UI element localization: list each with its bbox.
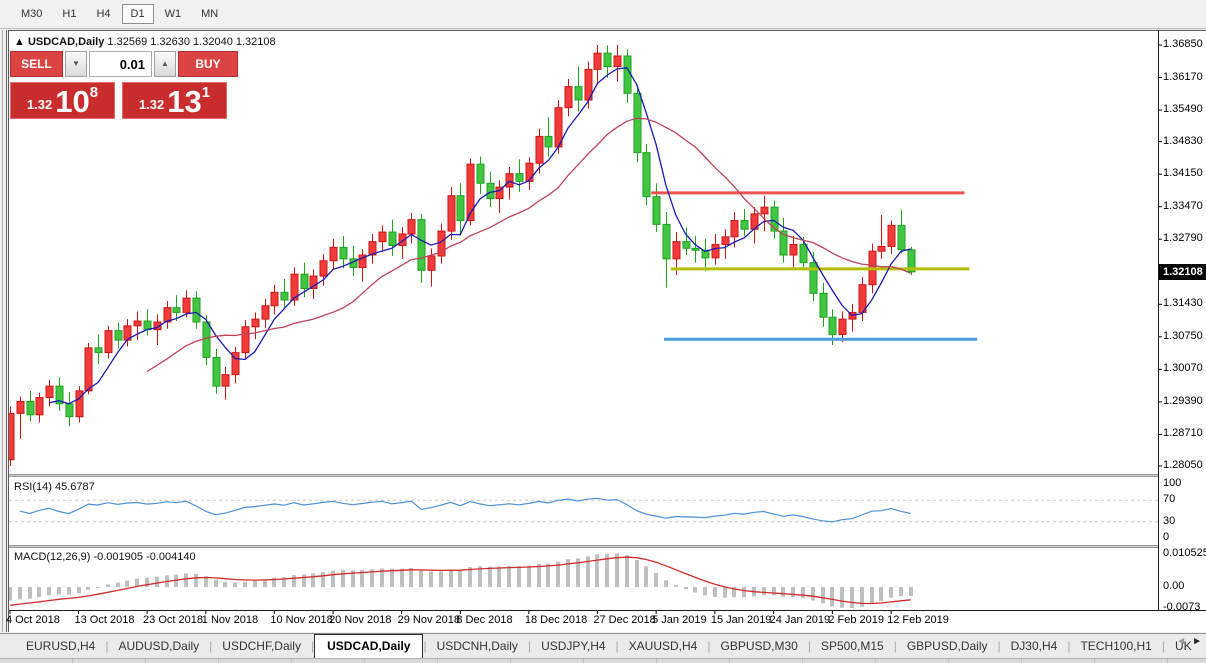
chart-tab-usdchf-daily[interactable]: USDCHF,Daily: [212, 636, 311, 656]
taskbar-edge: [0, 658, 1206, 663]
buy-price-box[interactable]: 1.32 13 1: [122, 82, 227, 119]
chart-tab-usdcad-daily[interactable]: USDCAD,Daily: [314, 634, 424, 658]
date-axis-label: 13 Oct 2018: [74, 614, 135, 626]
sell-price-point: 8: [89, 84, 99, 101]
chart-symbol-label: USDCAD,Daily: [27, 36, 105, 48]
price-axis-label: 1.36850: [1163, 38, 1203, 50]
subwindow-separator-rsi[interactable]: [9, 474, 1158, 477]
price-axis-label: 1.36170: [1163, 70, 1203, 83]
date-axis-label: 27 Dec 2018: [593, 614, 656, 626]
price-axis-label: 1.31430: [1163, 297, 1203, 310]
date-axis-label: 15 Jan 2019: [710, 614, 772, 626]
date-axis-label: 10 Nov 2018: [270, 614, 333, 626]
chart-tab-tech100-h1[interactable]: TECH100,H1: [1070, 636, 1161, 656]
chart-tab-eurusd-h4[interactable]: EURUSD,H4: [16, 636, 105, 656]
price-axis-border: [1158, 31, 1159, 611]
rsi-axis-label: 100: [1163, 477, 1182, 489]
chart-tab-xauusd-h4[interactable]: XAUUSD,H4: [619, 636, 708, 656]
price-axis-label: 1.30750: [1163, 329, 1203, 342]
rsi-indicator-label: RSI(14) 45.6787: [14, 481, 95, 493]
date-axis-label: 1 Nov 2018: [201, 614, 259, 626]
date-axis-border: [9, 610, 1206, 611]
one-click-trading-panel: SELL ▼ ▲ BUY 1.32 10 8 1.32 13 1: [10, 51, 238, 119]
chart-title: ▲ USDCAD,Daily 1.32569 1.32630 1.32040 1…: [14, 36, 276, 48]
sell-price-box[interactable]: 1.32 10 8: [10, 82, 115, 119]
buy-price-pips: 13: [167, 84, 202, 119]
price-axis-label: 1.30070: [1163, 362, 1203, 375]
price-axis-label: 1.35490: [1163, 103, 1203, 116]
price-axis-label: 1.32790: [1163, 232, 1203, 245]
chart-tab-dj30-h4[interactable]: DJ30,H4: [1001, 636, 1068, 656]
volume-increase-button[interactable]: ▲: [154, 51, 176, 77]
price-axis-label: 1.28710: [1163, 427, 1203, 440]
current-price-tag: 1.32108: [1159, 263, 1206, 280]
mt4-terminal: M30 H1 H4 D1 W1 MN ▲ USDCAD,Daily 1.32569 1.3…: [0, 0, 1206, 663]
price-axis-label: 1.29390: [1163, 394, 1203, 407]
macd-indicator-label: MACD(12,26,9) -0.001905 -0.004140: [14, 551, 196, 563]
tab-scroll-right-icon[interactable]: ►: [1192, 636, 1202, 647]
macd-axis-label: 0.010525: [1163, 547, 1206, 560]
macd-axis-label: 0.00: [1163, 580, 1185, 592]
chart-ohlc-values: 1.32569 1.32630 1.32040 1.32108: [107, 36, 276, 48]
date-axis-label: 20 Nov 2018: [329, 614, 392, 626]
price-axis-label: 1.34150: [1163, 167, 1203, 180]
chart-tab-bar: EURUSD,H4 | AUDUSD,Daily | USDCHF,Daily | USDC…: [0, 633, 1206, 658]
date-axis-label: 23 Oct 2018: [143, 614, 203, 626]
buy-price-prefix: 1.32: [138, 97, 165, 112]
buy-button[interactable]: BUY: [178, 51, 238, 77]
rsi-axis-label: 70: [1163, 493, 1176, 506]
macd-axis-label: -0.0073: [1163, 601, 1201, 613]
rsi-axis-label: 0: [1163, 531, 1170, 543]
date-axis-label: 4 Oct 2018: [6, 614, 60, 626]
price-axis-label: 1.34830: [1163, 134, 1203, 147]
sell-button[interactable]: SELL: [10, 51, 63, 77]
volume-decrease-button[interactable]: ▼: [65, 51, 87, 77]
tab-scroll-left-icon[interactable]: ◄: [1176, 636, 1186, 647]
volume-input[interactable]: [89, 51, 152, 77]
chart-tab-sp500-m15[interactable]: SP500,M15: [811, 636, 894, 656]
date-axis-label: 12 Feb 2019: [887, 614, 949, 626]
date-axis-label: 2 Feb 2019: [828, 614, 885, 626]
sell-price-pips: 10: [55, 84, 90, 119]
buy-price-point: 1: [201, 84, 211, 101]
price-axis-label: 1.28050: [1163, 459, 1203, 471]
date-axis-label: 18 Dec 2018: [524, 614, 588, 626]
chart-tab-audusd-daily[interactable]: AUDUSD,Daily: [108, 636, 209, 656]
date-axis-label: 24 Jan 2019: [769, 614, 831, 626]
price-axis-label: 1.33470: [1163, 199, 1203, 212]
date-axis-label: 5 Jan 2019: [652, 614, 707, 626]
tab-scroll-arrows: ◄ ►: [1176, 636, 1202, 647]
date-axis-label: 8 Dec 2018: [456, 614, 513, 626]
date-axis-label: 29 Nov 2018: [397, 614, 460, 626]
chart-tab-gbpusd-daily[interactable]: GBPUSD,Daily: [897, 636, 998, 656]
chart-tab-usdjpy-h4[interactable]: USDJPY,H4: [531, 636, 615, 656]
chart-collapse-icon[interactable]: ▲: [14, 36, 25, 48]
sell-price-prefix: 1.32: [26, 97, 53, 112]
chart-tab-gbpusd-m30[interactable]: GBPUSD,M30: [710, 636, 807, 656]
subwindow-separator-macd[interactable]: [9, 545, 1158, 548]
rsi-axis-label: 30: [1163, 514, 1176, 527]
chart-tab-usdcnh-daily[interactable]: USDCNH,Daily: [427, 636, 528, 656]
